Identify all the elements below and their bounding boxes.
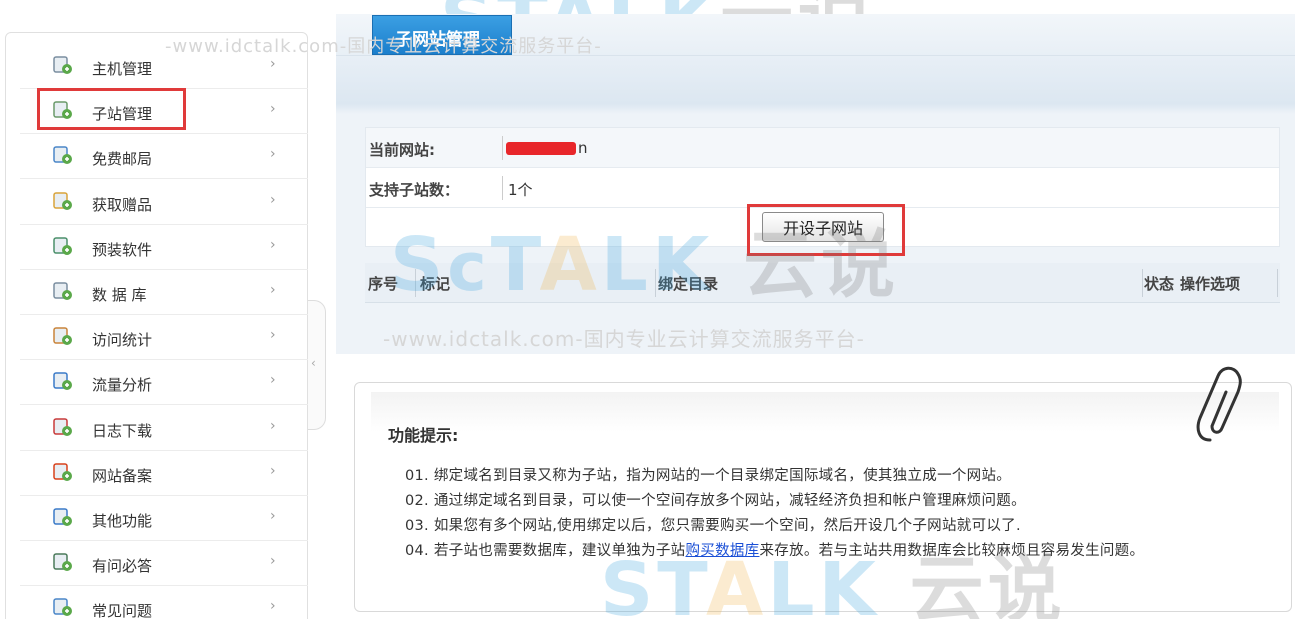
sidebar-item[interactable]: 日志下载 › (20, 406, 308, 451)
server-icon (52, 55, 74, 75)
redacted-site-name (506, 142, 576, 155)
chevron-right-icon: › (270, 598, 276, 615)
sidebar-item-label: 主机管理 (92, 60, 153, 78)
subsite-count-row: 支持子站数： 1个 (366, 168, 1279, 208)
chevron-right-icon: › (270, 417, 276, 434)
sidebar-item-label: 网站备案 (92, 466, 153, 485)
paperclip-icon (1196, 366, 1242, 442)
stats-icon (52, 326, 74, 346)
chevron-right-icon: › (270, 101, 276, 118)
sidebar-item[interactable]: 有问必答 › (20, 541, 308, 587)
col-separator (1142, 269, 1143, 297)
sidebar-item-label: 访问统计 (92, 331, 153, 350)
gift-box-icon (52, 191, 74, 211)
divider (502, 136, 503, 160)
col-separator (1277, 269, 1278, 297)
highlight-subsite-menu (37, 88, 186, 130)
sidebar-item[interactable]: 网站备案 › (20, 451, 308, 496)
traffic-icon (52, 371, 74, 391)
sidebar-item[interactable]: 常见问题 › (20, 586, 308, 619)
mail-icon (52, 145, 74, 165)
current-site-label: 当前网站: (369, 141, 435, 159)
sidebar-item[interactable]: 免费邮局 › (20, 134, 308, 180)
sidebar-item[interactable]: 流量分析 › (20, 360, 308, 406)
tip-line: 01. 绑定域名到目录又称为子站，指为网站的一个目录绑定国际域名，使其独立成一个… (405, 468, 1012, 484)
tips-title: 功能提示: (388, 426, 459, 445)
sidebar-item-label: 常见问题 (92, 602, 153, 619)
user-help-icon (52, 552, 74, 572)
calendar-icon (52, 417, 74, 437)
chevron-right-icon: › (270, 553, 276, 570)
subsite-count-value: 1个 (508, 181, 533, 199)
chevron-right-icon: › (270, 236, 276, 253)
watermark-text: -www.idctalk.com-国内专业云计算交流服务平台- (165, 36, 602, 57)
sidebar-item-label: 预装软件 (92, 240, 153, 259)
chevron-right-icon: › (270, 327, 276, 344)
sidebar-item[interactable]: 其他功能 › (20, 496, 308, 541)
chevron-right-icon: › (270, 191, 276, 208)
wrench-icon (52, 507, 74, 527)
sidebar-collapse-handle[interactable]: ‹ (308, 300, 326, 430)
sidebar-item-label: 获取赠品 (92, 195, 153, 214)
divider (502, 176, 503, 200)
sidebar-item[interactable]: 获取赠品 › (20, 180, 308, 225)
chevron-right-icon: › (270, 146, 276, 163)
watermark-logo: STALK 云说 (600, 547, 1066, 619)
tip-line: 02. 通过绑定域名到目录，可以使一个空间存放多个网站，减轻经济负担和帐户管理麻… (405, 493, 1026, 509)
database-icon (52, 281, 74, 301)
current-site-row: 当前网站: n (366, 128, 1279, 168)
collapse-icon: ‹ (311, 356, 316, 370)
col-actions: 操作选项 (1180, 275, 1241, 293)
faq-icon (52, 597, 74, 617)
watermark-text: -www.idctalk.com-国内专业云计算交流服务平台- (383, 327, 865, 351)
col-status: 状态 (1144, 275, 1175, 293)
chevron-right-icon: › (270, 372, 276, 389)
chevron-right-icon: › (270, 282, 276, 298)
sidebar-item-label: 流量分析 (92, 376, 153, 395)
watermark-logo: ScTALK 云说 (390, 222, 900, 308)
sidebar-item[interactable]: 访问统计 › (20, 315, 308, 361)
chevron-right-icon: › (270, 508, 276, 524)
sidebar-item-label: 数 据 库 (92, 286, 147, 304)
software-icon (52, 236, 74, 256)
current-site-value: n (578, 139, 588, 157)
chevron-right-icon: › (270, 462, 276, 479)
sidebar-item-label: 有问必答 (92, 557, 153, 576)
sidebar-item-label: 其他功能 (92, 512, 153, 530)
sidebar-item-label: 日志下载 (92, 421, 153, 440)
sidebar-item[interactable]: 数 据 库 › (20, 270, 308, 315)
record-icon (52, 462, 74, 482)
subsite-count-label: 支持子站数： (369, 181, 460, 199)
sidebar-item[interactable]: 预装软件 › (20, 225, 308, 270)
sidebar-item-label: 免费邮局 (92, 150, 153, 169)
chevron-right-icon: › (270, 56, 276, 72)
